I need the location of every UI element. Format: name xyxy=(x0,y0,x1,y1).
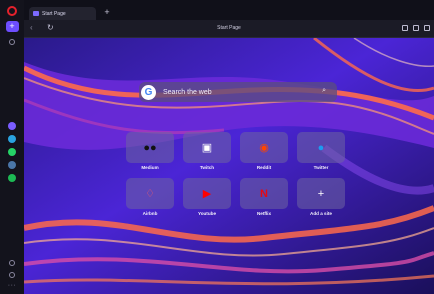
google-icon: G xyxy=(141,84,156,100)
whatsapp-icon[interactable] xyxy=(8,148,16,156)
speed-dial-tile-airbnb[interactable]: ♢ xyxy=(126,178,174,209)
speed-dial-tile-reddit[interactable]: ◉ xyxy=(240,132,288,163)
speed-dial-label: Airbnb xyxy=(142,211,158,216)
speed-dial-tile-medium[interactable]: ●● xyxy=(126,132,174,163)
sidebar-apps xyxy=(8,122,16,182)
speed-dial-label: Youtube xyxy=(197,211,217,216)
tab-strip: Start Page + xyxy=(24,0,434,20)
search-icon[interactable]: ⌕ xyxy=(322,87,326,95)
medium-icon: ●● xyxy=(143,141,157,154)
history-icon[interactable] xyxy=(9,260,15,266)
speed-dial-label: Add a site xyxy=(310,211,332,216)
airbnb-icon: ♢ xyxy=(145,188,155,200)
add-site-button[interactable]: + xyxy=(297,178,345,209)
youtube-icon: ▶ xyxy=(202,188,212,200)
speed-dial-label: Twitch xyxy=(199,165,215,170)
vk-icon[interactable] xyxy=(8,161,16,169)
reddit-icon: ◉ xyxy=(259,142,269,154)
speed-dial-label: Netflix xyxy=(256,211,272,216)
sidebar-item-icon[interactable] xyxy=(9,39,15,45)
address-actions xyxy=(402,25,430,31)
telegram-icon[interactable] xyxy=(8,135,16,143)
sidebar: + ··· xyxy=(0,0,24,294)
wallet-icon[interactable] xyxy=(413,25,419,31)
spotify-icon[interactable] xyxy=(8,174,16,182)
search-input[interactable]: Search the web xyxy=(163,89,212,96)
speed-dial-tile-twitter[interactable]: ● xyxy=(297,132,345,163)
twitch-icon: ▣ xyxy=(201,142,213,154)
sidebar-add-button[interactable]: + xyxy=(5,21,19,32)
opera-logo-icon[interactable] xyxy=(7,6,17,16)
speed-dial-tile-netflix[interactable]: N xyxy=(240,178,288,209)
start-page: G Search the web ⌕ ●● Medium ▣ Twitch ◉ … xyxy=(24,38,434,294)
sidebar-bottom: ··· xyxy=(0,260,24,289)
messenger-icon[interactable] xyxy=(8,122,16,130)
address-bar: ‹ ↻ Start Page xyxy=(24,20,434,38)
speed-dial-label: Medium xyxy=(141,165,159,170)
speed-dial-tile-youtube[interactable]: ▶ xyxy=(183,178,231,209)
settings-icon[interactable] xyxy=(9,272,15,278)
new-tab-button[interactable]: + xyxy=(102,7,112,17)
download-icon[interactable] xyxy=(424,25,430,31)
speed-dial-label: Twitter xyxy=(313,165,329,170)
speed-dial-tile-twitch[interactable]: ▣ xyxy=(183,132,231,163)
more-icon[interactable]: ··· xyxy=(8,282,17,289)
speed-dial-label: Reddit xyxy=(256,165,272,170)
speed-dial-icon xyxy=(33,11,39,16)
tab-title: Start Page xyxy=(42,10,66,17)
url-field[interactable]: Start Page xyxy=(24,25,434,31)
plus-icon: + xyxy=(317,187,325,200)
tab-start-page[interactable]: Start Page xyxy=(29,7,96,20)
twitter-icon: ● xyxy=(317,141,325,154)
snapshot-icon[interactable] xyxy=(402,25,408,31)
netflix-icon: N xyxy=(260,187,268,200)
search-box[interactable]: G Search the web ⌕ xyxy=(139,82,337,102)
